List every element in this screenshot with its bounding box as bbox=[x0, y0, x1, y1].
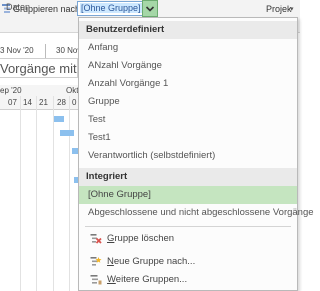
new-group-icon bbox=[90, 257, 102, 266]
menu-separator bbox=[85, 226, 291, 227]
section-header-builtin: Integriert bbox=[79, 168, 297, 186]
timeline-task-title: Vorgänge mit D bbox=[0, 61, 90, 76]
section-header-custom: Benutzerdefiniert bbox=[79, 21, 297, 39]
group-by-value: [Ohne Gruppe] bbox=[80, 3, 142, 13]
menu-item-ohne-gruppe[interactable]: [Ohne Gruppe] bbox=[79, 186, 297, 204]
group-by-combobox[interactable]: [Ohne Gruppe] bbox=[77, 1, 146, 16]
delete-group-button[interactable]: Gruppe löschen bbox=[79, 229, 297, 249]
timescale-day: 28 bbox=[57, 98, 66, 107]
timescale-day: 0 bbox=[72, 98, 77, 107]
timescale-month: ep '20 bbox=[0, 86, 22, 95]
gantt-gridline bbox=[53, 96, 54, 291]
group-by-dropdown-button[interactable] bbox=[142, 0, 158, 17]
timescale-day: 21 bbox=[39, 98, 48, 107]
menu-item-gruppe[interactable]: Gruppe bbox=[79, 93, 297, 111]
group-by-dropdown-menu: Benutzerdefiniert Anfang ANzahl Vorgänge… bbox=[78, 17, 314, 291]
menu-item-test1[interactable]: Test1 bbox=[79, 129, 297, 147]
timescale-month: Okt bbox=[66, 86, 79, 95]
gantt-gridline bbox=[36, 96, 37, 291]
menu-item-anzahl-vorgaenge[interactable]: ANzahl Vorgänge bbox=[79, 57, 297, 75]
more-groups-label: Weitere Gruppen... bbox=[107, 274, 188, 285]
timeline-divider bbox=[45, 44, 46, 58]
delete-group-icon bbox=[90, 234, 102, 244]
more-groups-button[interactable]: Weitere Gruppen... bbox=[79, 270, 297, 290]
projekt-chevron-icon: ▾ bbox=[290, 6, 294, 13]
timeline-date: 3 Nov '20 bbox=[0, 46, 34, 55]
new-group-label: Neue Gruppe nach... bbox=[107, 256, 196, 267]
data-group-label: Daten bbox=[6, 2, 31, 12]
new-group-by-button[interactable]: Neue Gruppe nach... bbox=[79, 252, 297, 272]
timescale-day: 14 bbox=[23, 98, 32, 107]
gantt-bar[interactable] bbox=[60, 130, 74, 136]
menu-item-abgeschlossene-vorgaenge[interactable]: Abgeschlossene und nicht abgeschlossene … bbox=[79, 204, 314, 222]
more-groups-icon bbox=[90, 275, 102, 285]
timescale-day: 07 bbox=[8, 98, 17, 107]
menu-item-test[interactable]: Test bbox=[79, 111, 297, 129]
delete-group-label: Gruppe löschen bbox=[107, 233, 175, 244]
gantt-bar[interactable] bbox=[54, 116, 64, 122]
menu-item-verantwortlich[interactable]: Verantwortlich (selbstdefiniert) bbox=[79, 147, 297, 165]
projekt-menu-label[interactable]: Projek bbox=[266, 4, 292, 14]
chevron-down-icon bbox=[145, 6, 155, 12]
menu-item-anfang[interactable]: Anfang bbox=[79, 39, 297, 57]
menu-item-anzahl-vorgaenge-1[interactable]: Anzahl Vorgänge 1 bbox=[79, 75, 297, 93]
gantt-gridline bbox=[69, 96, 70, 291]
gantt-gridline bbox=[20, 96, 21, 291]
